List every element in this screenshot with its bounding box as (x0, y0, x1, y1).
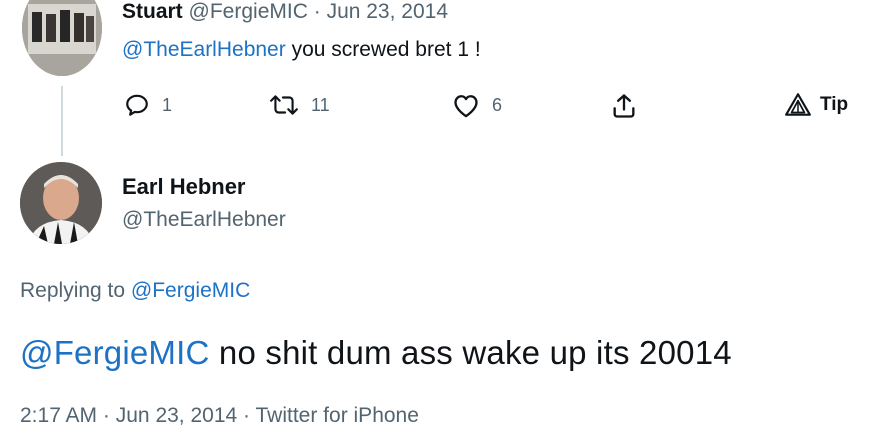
retweet-icon (270, 95, 298, 115)
thread-connector-line (61, 86, 63, 156)
replying-prefix: Replying to (20, 279, 131, 302)
main-mention-link[interactable]: @FergieMIC (20, 334, 210, 371)
tweet-source[interactable]: Twitter for iPhone (256, 404, 419, 427)
reply-tweet-text: @TheEarlHebner you screwed bret 1 ! (122, 38, 481, 62)
reply-tweet-header: Stuart @FergieMIC · Jun 23, 2014 (122, 0, 448, 24)
reply-action-button[interactable]: 1 (124, 92, 172, 118)
like-action-button[interactable]: 6 (452, 92, 502, 118)
reply-author-handle[interactable]: @FergieMIC (189, 0, 308, 23)
meta-separator-2: · (243, 404, 251, 427)
reply-date[interactable]: Jun 23, 2014 (327, 0, 448, 23)
tip-label: Tip (820, 94, 849, 115)
avatar-stuart[interactable] (22, 0, 102, 76)
heart-icon (454, 95, 478, 118)
tweet-date[interactable]: Jun 23, 2014 (116, 404, 237, 427)
avatar-stuart-image (22, 0, 102, 76)
reply-separator: · (313, 0, 321, 23)
meta-separator-1: · (102, 404, 110, 427)
main-author-name[interactable]: Earl Hebner (122, 174, 246, 200)
retweet-count: 11 (311, 94, 330, 115)
reply-mention-link[interactable]: @TheEarlHebner (122, 38, 286, 61)
avatar-earl-hebner-image (20, 162, 102, 244)
replying-to-link[interactable]: @FergieMIC (131, 279, 250, 302)
main-body-text: no shit dum ass wake up its 20014 (209, 334, 732, 371)
tweet-time[interactable]: 2:17 AM (20, 404, 97, 427)
reply-count: 1 (162, 94, 173, 115)
tweet-metadata: 2:17 AM · Jun 23, 2014 · Twitter for iPh… (20, 404, 419, 428)
retweet-action-button[interactable]: 11 (269, 92, 330, 118)
like-count: 6 (492, 94, 503, 115)
tip-action-button[interactable]: Tip (784, 92, 848, 118)
avatar-earl-hebner[interactable] (20, 162, 102, 244)
reply-author-name[interactable]: Stuart (122, 0, 183, 23)
share-action-button[interactable] (610, 92, 638, 120)
share-icon (613, 94, 635, 118)
reply-body-text: you screwed bret 1 ! (285, 38, 481, 61)
reply-icon (126, 94, 148, 116)
replying-to-line: Replying to @FergieMIC (20, 279, 250, 303)
tip-icon (785, 93, 811, 116)
main-author-handle[interactable]: @TheEarlHebner (122, 208, 286, 232)
main-tweet-text: @FergieMIC no shit dum ass wake up its 2… (20, 334, 732, 372)
